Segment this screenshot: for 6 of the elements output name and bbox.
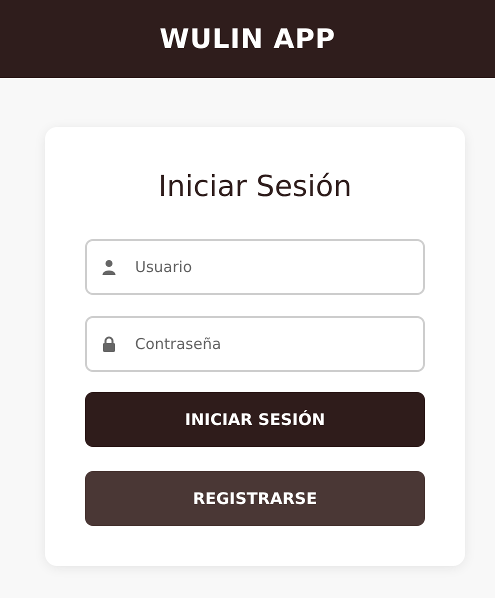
password-field[interactable]: Contraseña	[85, 316, 425, 372]
app-title: WULIN APP	[160, 24, 336, 54]
register-button[interactable]: REGISTRARSE	[85, 471, 425, 526]
login-heading: Iniciar Sesión	[157, 169, 353, 203]
login-button[interactable]: INICIAR SESIÓN	[85, 392, 425, 447]
username-field[interactable]: Usuario	[85, 239, 425, 295]
